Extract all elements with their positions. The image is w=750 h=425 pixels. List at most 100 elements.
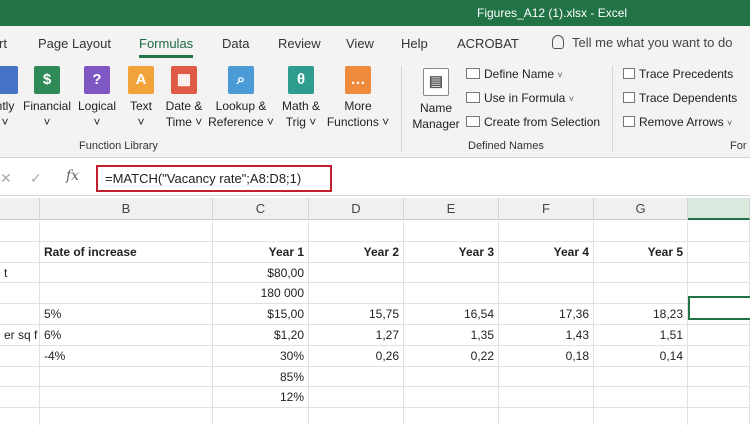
column-header-A[interactable] [0,198,40,220]
remove-arrows-button[interactable]: Remove Arrows ˅ [623,115,732,129]
cell[interactable]: Year 4 [499,241,594,263]
cell[interactable]: Year 2 [309,241,404,263]
cell[interactable]: 15,75 [309,304,404,325]
cell[interactable] [499,262,594,284]
cell[interactable]: 1,35 [404,325,499,346]
cell[interactable]: Rate of increase [40,241,213,263]
column-header-G[interactable]: G [594,198,688,220]
tab-page-layout[interactable]: Page Layout [38,36,111,51]
recently-used-button[interactable]: ntly ˅ [0,66,20,130]
cell[interactable] [404,387,499,409]
cell[interactable]: Year 3 [404,241,499,263]
cell[interactable] [688,262,750,284]
cell[interactable]: 0,26 [309,345,404,367]
cell[interactable] [688,387,750,409]
cell[interactable]: 5% [40,304,213,325]
cell[interactable]: 85% [213,366,309,388]
cell[interactable]: er sq f [0,325,40,346]
cell[interactable] [594,366,688,388]
cell[interactable] [0,283,40,305]
more-functions-button[interactable]: … More Functions ˅ [326,66,390,130]
column-header-F[interactable]: F [499,198,594,220]
cell[interactable] [499,221,594,242]
text-button[interactable]: A Text ˅ [122,66,160,130]
column-header-C[interactable]: C [213,198,309,220]
cell[interactable] [688,366,750,388]
cell[interactable] [40,387,213,409]
cell[interactable] [594,387,688,409]
cell[interactable]: 1,51 [594,325,688,346]
tab-review[interactable]: Review [278,36,321,51]
tab-view[interactable]: View [346,36,374,51]
cell[interactable] [213,408,309,425]
cell[interactable]: $1,20 [213,325,309,346]
trace-dependents-button[interactable]: Trace Dependents [623,91,737,105]
cell[interactable] [40,283,213,305]
cell[interactable] [404,283,499,305]
cell[interactable] [309,366,404,388]
cell[interactable]: 16,54 [404,304,499,325]
use-in-formula-button[interactable]: Use in Formula ˅ [466,91,574,105]
cell[interactable] [594,221,688,242]
cell[interactable] [309,387,404,409]
cell[interactable] [594,262,688,284]
cell[interactable] [404,408,499,425]
cell[interactable] [40,262,213,284]
cell[interactable] [404,366,499,388]
cell[interactable]: Year 1 [213,241,309,263]
column-header-E[interactable]: E [404,198,499,220]
cell[interactable]: -4% [40,345,213,367]
cell[interactable] [594,408,688,425]
cell[interactable]: $80,00 [213,262,309,284]
cell[interactable] [309,221,404,242]
cell[interactable] [688,345,750,367]
cell[interactable]: t [0,262,40,284]
column-header-D[interactable]: D [309,198,404,220]
cell[interactable]: 0,22 [404,345,499,367]
cell[interactable]: 1,43 [499,325,594,346]
cell[interactable] [688,325,750,346]
cell[interactable] [40,366,213,388]
cell[interactable] [309,408,404,425]
cell[interactable] [0,408,40,425]
tab-help[interactable]: Help [401,36,428,51]
tab-acrobat[interactable]: ACROBAT [457,36,519,51]
column-header-H[interactable] [688,198,750,220]
cell[interactable] [688,241,750,263]
cell[interactable] [213,221,309,242]
cell[interactable] [499,408,594,425]
column-header-B[interactable]: B [40,198,213,220]
tab-data[interactable]: Data [222,36,249,51]
cell[interactable] [404,262,499,284]
financial-button[interactable]: $ Financial ˅ [20,66,74,130]
active-cell-selection[interactable] [688,296,750,320]
tab-formulas[interactable]: Formulas [139,36,194,58]
cell[interactable] [0,387,40,409]
cell[interactable] [0,366,40,388]
cell[interactable]: 1,27 [309,325,404,346]
insert-function-icon[interactable]: fx [66,168,79,184]
cell[interactable] [499,283,594,305]
cell[interactable] [0,241,40,263]
cell[interactable]: 0,14 [594,345,688,367]
cell[interactable] [0,304,40,325]
define-name-button[interactable]: Define Name ˅ [466,67,563,81]
cell[interactable]: 30% [213,345,309,367]
cell[interactable]: 0,18 [499,345,594,367]
enter-icon[interactable]: ✓ [30,170,42,187]
math-trig-button[interactable]: θ Math & Trig ˅ [274,66,328,130]
cell[interactable] [499,366,594,388]
cell[interactable] [40,408,213,425]
worksheet-grid[interactable]: B C D E F G Rate of increase Year 1 Year 2… [0,198,750,425]
trace-precedents-button[interactable]: Trace Precedents [623,67,733,81]
cell[interactable]: 180 000 [213,283,309,305]
cell[interactable] [309,262,404,284]
create-from-selection-button[interactable]: Create from Selection [466,115,600,129]
formula-input[interactable]: =MATCH("Vacancy rate";A8:D8;1) [96,165,332,192]
cell[interactable] [688,408,750,425]
cell[interactable]: 18,23 [594,304,688,325]
cell[interactable] [404,221,499,242]
cell[interactable]: 17,36 [499,304,594,325]
tab-insert[interactable]: rt [0,36,7,51]
cell[interactable]: Year 5 [594,241,688,263]
